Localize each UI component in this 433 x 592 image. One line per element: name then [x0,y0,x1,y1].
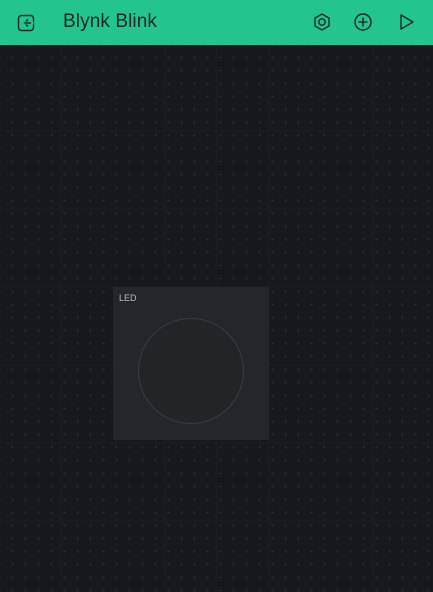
hexagon-settings-icon [314,13,330,31]
add-widget-button[interactable] [350,9,376,35]
project-title: Blynk Blink [63,11,158,32]
add-circle-icon [354,13,372,31]
project-settings-button[interactable] [309,9,335,35]
play-icon [400,14,414,30]
led-widget-label: LED [119,293,137,303]
blynk-app-screen: Blynk Blink LED [0,0,433,592]
led-indicator-circle [138,318,244,424]
exit-icon [17,14,35,32]
led-widget[interactable]: LED [113,287,269,440]
project-header-bar: Blynk Blink [0,0,433,45]
exit-project-button[interactable] [13,10,39,36]
play-project-button[interactable] [393,9,419,35]
